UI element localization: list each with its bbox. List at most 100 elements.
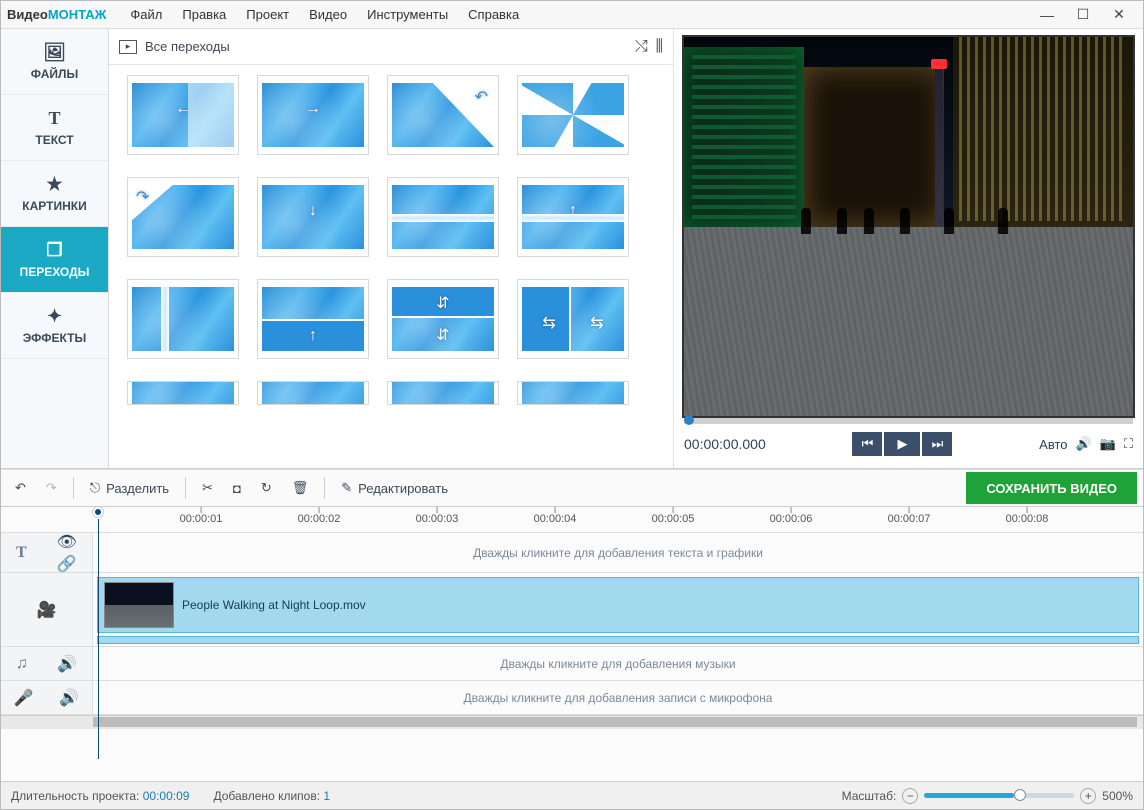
- clips-label: Добавлено клипов:: [213, 789, 320, 803]
- shuffle-icon[interactable]: ⤭: [635, 38, 648, 56]
- preview-canvas: [682, 35, 1135, 418]
- volume-icon[interactable]: 🔊: [1076, 436, 1092, 452]
- track-text: T 👁 🔗 Дважды кликните для добавления тек…: [1, 533, 1143, 573]
- ruler-tick: 00:00:08: [1006, 513, 1049, 525]
- transition-item[interactable]: →: [257, 75, 369, 155]
- menu-video[interactable]: Видео: [299, 7, 357, 22]
- timeline-scrollbar[interactable]: [1, 715, 1143, 729]
- transition-item[interactable]: ↶: [387, 75, 499, 155]
- split-label: Разделить: [106, 481, 169, 496]
- ruler-tick: 00:00:07: [888, 513, 931, 525]
- menu-help[interactable]: Справка: [458, 7, 529, 22]
- save-video-button[interactable]: СОХРАНИТЬ ВИДЕО: [966, 472, 1137, 504]
- transition-item[interactable]: [387, 177, 499, 257]
- transitions-grid: ← → ↶ ↷ ↓ ↑ ↑ ⇵⇵ ⇆⇆: [109, 65, 673, 468]
- transition-item[interactable]: [127, 279, 239, 359]
- tab-files[interactable]: 🖼 ФАЙЛЫ: [1, 29, 108, 95]
- transition-item[interactable]: [257, 381, 369, 405]
- transition-item[interactable]: ⇵⇵: [387, 279, 499, 359]
- preview-mode-icon[interactable]: ▸: [119, 40, 137, 54]
- music-track-body[interactable]: Дважды кликните для добавления музыки: [93, 647, 1143, 680]
- text-track-body[interactable]: Дважды кликните для добавления текста и …: [93, 533, 1143, 572]
- transition-item[interactable]: ←: [127, 75, 239, 155]
- clip-name: People Walking at Night Loop.mov: [182, 598, 366, 612]
- crop-button[interactable]: ◘: [225, 474, 249, 502]
- star-icon: ★: [46, 174, 62, 195]
- split-icon: ⎋: [90, 480, 100, 496]
- center-title: Все переходы: [145, 39, 230, 54]
- redo-button[interactable]: ↷: [38, 474, 65, 502]
- edit-icon: ✎: [341, 480, 352, 496]
- link-icon[interactable]: 🔗: [57, 554, 77, 574]
- zoom-handle[interactable]: [1014, 789, 1026, 801]
- music-track-icon: ♫: [16, 655, 28, 673]
- prev-frame-button[interactable]: ⏮: [852, 432, 882, 456]
- mute-music-icon[interactable]: 🔊: [57, 654, 77, 674]
- ruler-tick: 00:00:06: [770, 513, 813, 525]
- apply-all-icon[interactable]: ⫼: [656, 38, 663, 56]
- timeline-scroll-thumb[interactable]: [93, 717, 1137, 727]
- minimize-button[interactable]: ―: [1029, 3, 1065, 27]
- zoom-value: 500%: [1102, 789, 1133, 803]
- zoom-out-button[interactable]: −: [902, 788, 918, 804]
- transition-item[interactable]: [517, 75, 629, 155]
- video-track-icon: 🎥: [37, 600, 57, 620]
- play-button[interactable]: ▶: [884, 432, 920, 456]
- visibility-icon[interactable]: 👁: [57, 532, 77, 552]
- tab-transitions[interactable]: ❐ ПЕРЕХОДЫ: [1, 227, 108, 293]
- split-button[interactable]: ⎋ Разделить: [82, 474, 177, 502]
- mute-mic-icon[interactable]: 🔊: [59, 688, 79, 708]
- transition-item[interactable]: [127, 381, 239, 405]
- transition-item[interactable]: [517, 381, 629, 405]
- seek-handle[interactable]: [684, 415, 694, 425]
- next-frame-button[interactable]: ⏭: [922, 432, 952, 456]
- transition-item[interactable]: ↑: [517, 177, 629, 257]
- clip-thumbnail: [104, 582, 174, 628]
- rotate-button[interactable]: ↻: [253, 474, 280, 502]
- cut-button[interactable]: ✂: [194, 474, 221, 502]
- zoom-slider[interactable]: [924, 793, 1074, 798]
- edit-button[interactable]: ✎ Редактировать: [333, 474, 456, 502]
- tab-pictures[interactable]: ★ КАРТИНКИ: [1, 161, 108, 227]
- menu-tools[interactable]: Инструменты: [357, 7, 458, 22]
- auto-label[interactable]: Авто: [1039, 437, 1067, 452]
- mic-track-icon: 🎤: [14, 688, 34, 708]
- transition-item[interactable]: ⇆⇆: [517, 279, 629, 359]
- menu-edit[interactable]: Правка: [172, 7, 236, 22]
- transition-item[interactable]: ↑: [257, 279, 369, 359]
- timeline-ruler[interactable]: 00:00:01 00:00:02 00:00:03 00:00:04 00:0…: [1, 507, 1143, 533]
- menu-project[interactable]: Проект: [236, 7, 299, 22]
- tab-text[interactable]: T ТЕКСТ: [1, 95, 108, 161]
- music-track-placeholder: Дважды кликните для добавления музыки: [500, 657, 735, 671]
- zoom-in-button[interactable]: +: [1080, 788, 1096, 804]
- tab-effects[interactable]: ✦ ЭФФЕКТЫ: [1, 293, 108, 359]
- video-clip[interactable]: People Walking at Night Loop.mov: [97, 577, 1139, 633]
- image-icon: 🖼: [43, 42, 66, 63]
- status-bar: Длительность проекта: 00:00:09 Добавлено…: [1, 781, 1143, 809]
- tab-files-label: ФАЙЛЫ: [31, 67, 78, 81]
- transition-item[interactable]: ↓: [257, 177, 369, 257]
- video-track-body[interactable]: People Walking at Night Loop.mov: [93, 573, 1143, 646]
- preview-seek-bar[interactable]: [684, 418, 1133, 424]
- mic-track-body[interactable]: Дважды кликните для добавления записи с …: [93, 681, 1143, 714]
- ruler-tick: 00:00:05: [652, 513, 695, 525]
- clip-strip: [97, 636, 1139, 644]
- delete-button[interactable]: 🗑: [284, 474, 317, 502]
- tab-effects-label: ЭФФЕКТЫ: [23, 331, 86, 345]
- center-panel: ▸ Все переходы ⤭ ⫼ ← → ↶ ↷ ↓ ↑: [109, 29, 673, 468]
- playhead[interactable]: [93, 507, 103, 517]
- preview-panel: 00:00:00.000 ⏮ ▶ ⏭ Авто 🔊 📷 ⛶: [673, 29, 1143, 468]
- transition-item[interactable]: ↷: [127, 177, 239, 257]
- center-header: ▸ Все переходы ⤭ ⫼: [109, 29, 673, 65]
- snapshot-icon[interactable]: 📷: [1100, 436, 1116, 452]
- fullscreen-icon[interactable]: ⛶: [1124, 436, 1133, 452]
- duration-value: 00:00:09: [143, 789, 190, 803]
- tab-pictures-label: КАРТИНКИ: [22, 199, 86, 213]
- app-title-a: Видео: [7, 7, 48, 22]
- transition-item[interactable]: [387, 381, 499, 405]
- undo-button[interactable]: ↶: [7, 474, 34, 502]
- close-button[interactable]: ✕: [1101, 3, 1137, 27]
- maximize-button[interactable]: ☐: [1065, 3, 1101, 27]
- ruler-tick: 00:00:04: [534, 513, 577, 525]
- menu-file[interactable]: Файл: [120, 7, 172, 22]
